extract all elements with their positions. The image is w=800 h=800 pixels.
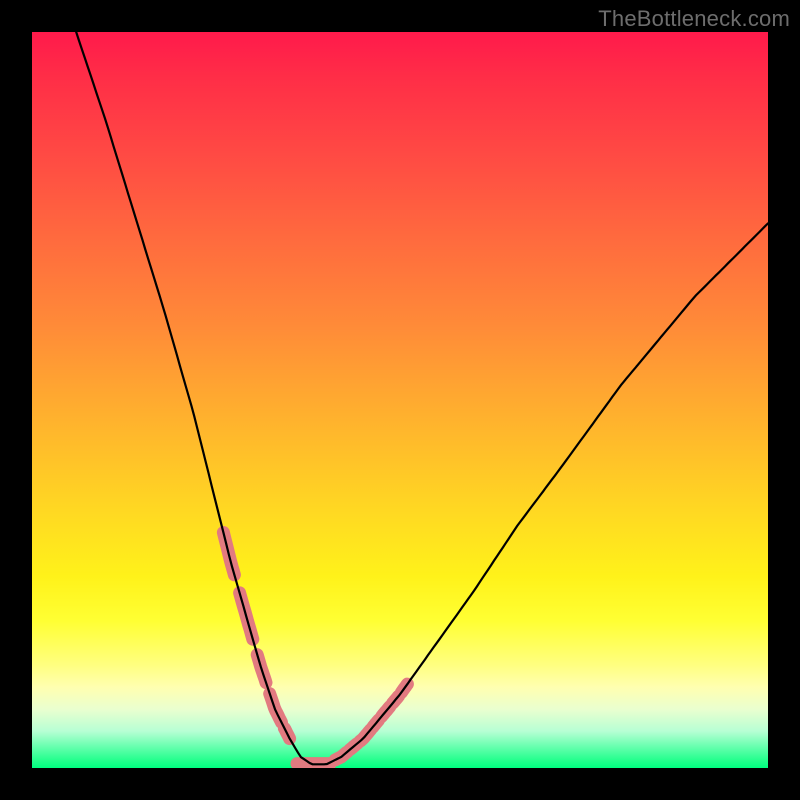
pink-marker-group bbox=[223, 533, 407, 764]
bottleneck-curve-path bbox=[76, 32, 768, 764]
chart-frame: TheBottleneck.com bbox=[0, 0, 800, 800]
watermark-text: TheBottleneck.com bbox=[598, 6, 790, 32]
curve-layer bbox=[32, 32, 768, 768]
plot-area bbox=[32, 32, 768, 768]
